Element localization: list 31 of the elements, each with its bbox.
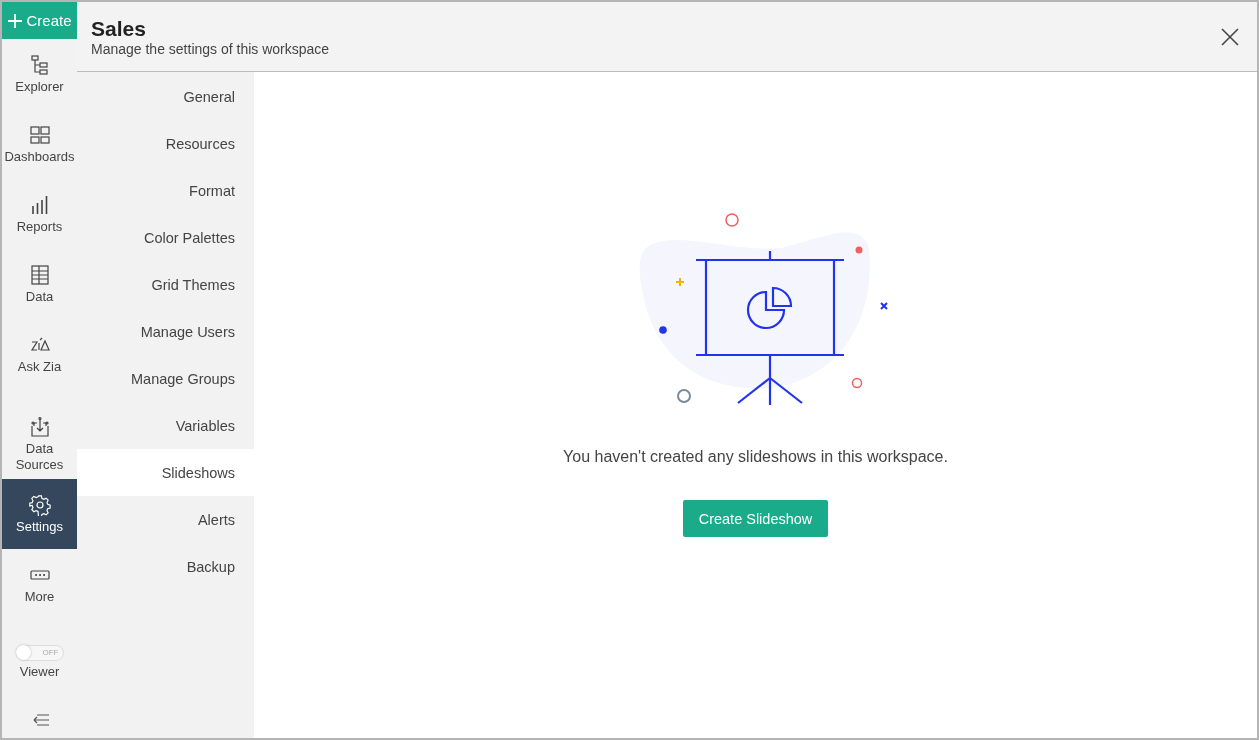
settings-icon — [28, 493, 51, 516]
workspace-subtitle: Manage the settings of this workspace — [91, 40, 330, 57]
nav-item[interactable]: Data Sources — [2, 409, 77, 479]
tree-icon — [28, 53, 51, 76]
nav-item[interactable]: Dashboards — [2, 109, 77, 179]
settings-menu-item[interactable]: Grid Themes — [77, 261, 254, 308]
settings-menu-item[interactable]: General — [77, 73, 254, 120]
settings-menu-item[interactable]: Backup — [77, 543, 254, 590]
nav-item[interactable]: Settings — [2, 479, 77, 549]
viewer-label: Viewer — [19, 664, 60, 680]
close-icon — [1221, 27, 1239, 46]
nav-item[interactable]: Explorer — [2, 39, 77, 109]
nav-item[interactable]: Data — [2, 249, 77, 319]
settings-menu-item[interactable]: Color Palettes — [77, 214, 254, 261]
settings-menu-item[interactable]: Manage Groups — [77, 355, 254, 402]
settings-menu-item[interactable]: Manage Users — [77, 308, 254, 355]
table-icon — [28, 263, 51, 286]
settings-menu-item[interactable]: Slideshows — [77, 449, 254, 496]
nav-item[interactable]: Ask Zia — [2, 319, 77, 389]
settings-menu-item[interactable]: Format — [77, 167, 254, 214]
plus-icon — [7, 12, 24, 29]
nav-item[interactable]: More — [2, 549, 77, 619]
settings-menu-item[interactable]: Variables — [77, 402, 254, 449]
empty-state-message: You haven't created any slideshows in this workspace. — [563, 448, 948, 466]
workspace-title: Sales — [91, 16, 147, 41]
settings-menu-item[interactable]: Alerts — [77, 496, 254, 543]
nav-item[interactable]: Reports — [2, 179, 77, 249]
dashboard-icon — [28, 123, 51, 146]
settings-menu-item[interactable]: Resources — [77, 120, 254, 167]
data-import-icon — [28, 415, 51, 438]
close-button[interactable] — [1221, 27, 1239, 46]
